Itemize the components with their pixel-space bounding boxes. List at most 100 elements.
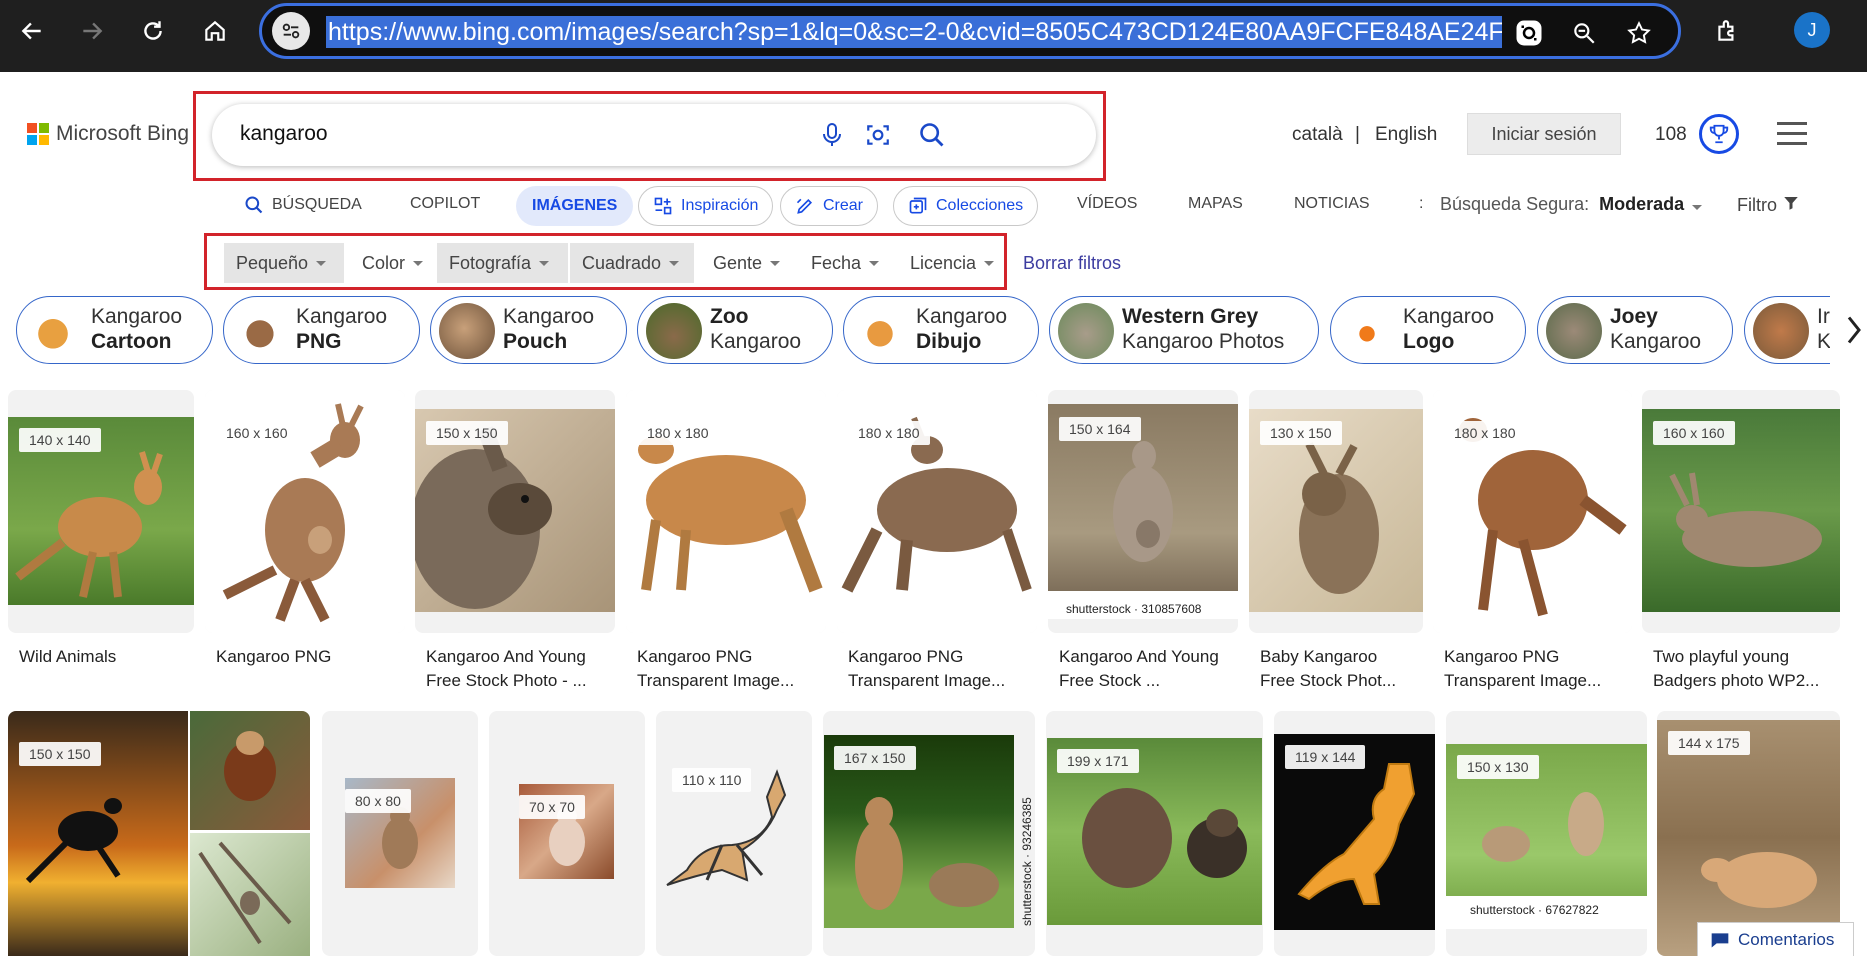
funnel-icon bbox=[1784, 197, 1798, 210]
image-result[interactable]: 119 x 144 bbox=[1274, 711, 1435, 956]
tab-create[interactable]: Crear bbox=[780, 186, 879, 226]
extensions-icon[interactable] bbox=[1707, 11, 1747, 51]
related-search-pill[interactable]: Kangaroo Cartoon bbox=[16, 296, 213, 364]
related-search-pill[interactable]: Zoo Kangaroo bbox=[637, 296, 833, 364]
image-result[interactable]: 167 x 150 shutterstock · 93246385 bbox=[823, 711, 1035, 956]
image-caption[interactable]: Wild Animals bbox=[19, 645, 209, 669]
related-search-pill[interactable]: Joey Kangaroo bbox=[1537, 296, 1733, 364]
microphone-icon[interactable] bbox=[816, 119, 848, 151]
image-dimensions: 160 x 160 bbox=[216, 421, 298, 445]
chevron-down-icon bbox=[770, 260, 781, 266]
site-info-icon[interactable] bbox=[272, 12, 310, 50]
rewards-trophy-icon[interactable] bbox=[1699, 114, 1739, 154]
filter-color[interactable]: Color bbox=[350, 243, 435, 283]
image-caption[interactable]: Kangaroo And Young Free Stock Photo - ... bbox=[426, 645, 616, 693]
filter-people[interactable]: Gente bbox=[701, 243, 792, 283]
reload-icon[interactable] bbox=[133, 11, 173, 51]
related-search-pill[interactable]: Kangaroo PNG bbox=[223, 296, 420, 364]
filter-type[interactable]: Fotografía bbox=[437, 243, 568, 283]
image-dimensions: 167 x 150 bbox=[834, 746, 916, 770]
tab-videos[interactable]: VÍDEOS bbox=[1077, 195, 1137, 213]
image-result[interactable]: 150 x 164 shutterstock · 310857608 bbox=[1048, 390, 1238, 633]
image-result[interactable]: 180 x 180 bbox=[1433, 390, 1632, 633]
image-caption[interactable]: Kangaroo PNG Transparent Image... bbox=[637, 645, 827, 693]
related-line2: Pouch bbox=[503, 330, 568, 353]
bing-logo[interactable]: Microsoft Bing bbox=[27, 122, 189, 146]
back-icon[interactable] bbox=[12, 11, 52, 51]
image-result[interactable]: 70 x 70 bbox=[489, 711, 645, 956]
zoom-icon[interactable] bbox=[1565, 14, 1603, 52]
tab-maps[interactable]: MAPAS bbox=[1188, 195, 1243, 213]
tab-collections[interactable]: Colecciones bbox=[893, 186, 1039, 226]
language-catala-link[interactable]: català bbox=[1292, 124, 1343, 146]
forward-icon[interactable] bbox=[72, 11, 112, 51]
related-search-pill[interactable]: Ir K bbox=[1744, 296, 1830, 364]
url-text[interactable]: https://www.bing.com/images/search?sp=1&… bbox=[326, 16, 1502, 48]
caption-line2: Free Stock ... bbox=[1059, 671, 1161, 690]
chevron-right-icon[interactable] bbox=[1840, 310, 1867, 350]
logo-text: Microsoft Bing bbox=[56, 122, 190, 145]
related-search-pill[interactable]: Kangaroo Logo bbox=[1330, 296, 1526, 364]
filter-layout[interactable]: Cuadrado bbox=[570, 243, 694, 283]
image-caption[interactable]: Two playful young Badgers photo WP2... bbox=[1653, 645, 1843, 693]
image-result[interactable]: 80 x 80 bbox=[322, 711, 478, 956]
tab-copilot[interactable]: COPILOT bbox=[410, 195, 480, 213]
related-line2: PNG bbox=[296, 330, 342, 353]
image-result[interactable]: 180 x 180 bbox=[837, 390, 1037, 633]
clear-filters-link[interactable]: Borrar filtros bbox=[1023, 253, 1121, 274]
address-bar[interactable]: https://www.bing.com/images/search?sp=1&… bbox=[259, 3, 1681, 59]
related-search-pill[interactable]: Kangaroo Pouch bbox=[430, 296, 627, 364]
more-tabs-icon[interactable]: : bbox=[1419, 195, 1423, 213]
filter-button[interactable]: Filtro bbox=[1737, 194, 1800, 216]
image-result[interactable]: 144 x 175 bbox=[1657, 711, 1840, 956]
filter-size[interactable]: Pequeño bbox=[224, 243, 344, 283]
visual-search-icon[interactable] bbox=[1510, 14, 1548, 52]
visual-search-icon[interactable] bbox=[862, 119, 894, 151]
caption-line1: Kangaroo And Young bbox=[1059, 647, 1219, 666]
tab-images[interactable]: IMÁGENES bbox=[516, 186, 634, 226]
image-result[interactable]: 199 x 171 bbox=[1046, 711, 1263, 956]
search-icon[interactable] bbox=[916, 119, 948, 151]
language-english-link[interactable]: English bbox=[1375, 124, 1437, 146]
image-result[interactable]: 160 x 160 bbox=[205, 390, 405, 633]
favorite-star-icon[interactable] bbox=[1620, 14, 1658, 52]
shutterstock-watermark: shutterstock · 93246385 bbox=[1020, 797, 1034, 926]
tab-collections-label: Colecciones bbox=[936, 197, 1024, 214]
image-caption[interactable]: Kangaroo PNG Transparent Image... bbox=[1444, 645, 1634, 693]
image-result[interactable]: 150 x 130 shutterstock · 67627822 bbox=[1446, 711, 1647, 956]
image-caption[interactable]: Kangaroo PNG Transparent Image... bbox=[848, 645, 1038, 693]
signin-button[interactable]: Iniciar sesión bbox=[1467, 113, 1621, 155]
image-result[interactable]: 160 x 160 bbox=[1642, 390, 1840, 633]
image-result[interactable]: 110 x 110 bbox=[656, 711, 812, 956]
feedback-button[interactable]: Comentarios bbox=[1697, 922, 1854, 956]
image-result[interactable]: 140 x 140 bbox=[8, 390, 194, 633]
filter-date[interactable]: Fecha bbox=[799, 243, 891, 283]
profile-avatar[interactable]: J bbox=[1794, 12, 1830, 48]
rewards-points[interactable]: 108 bbox=[1655, 124, 1687, 146]
result-image bbox=[1657, 720, 1840, 956]
related-search-pill[interactable]: Western Grey Kangaroo Photos bbox=[1049, 296, 1319, 364]
image-result[interactable]: 130 x 150 bbox=[1249, 390, 1423, 633]
home-icon[interactable] bbox=[195, 11, 235, 51]
safesearch-dropdown[interactable]: Búsqueda Segura: Moderada bbox=[1440, 194, 1703, 215]
tab-news[interactable]: NOTICIAS bbox=[1294, 195, 1370, 213]
image-caption[interactable]: Kangaroo And Young Free Stock ... bbox=[1059, 645, 1249, 693]
hamburger-menu-icon[interactable] bbox=[1777, 122, 1807, 152]
related-thumbnail bbox=[1339, 303, 1395, 359]
filter-license[interactable]: Licencia bbox=[898, 243, 1006, 283]
image-caption[interactable]: Kangaroo PNG bbox=[216, 645, 406, 669]
image-result[interactable]: 150 x 150 bbox=[415, 390, 615, 633]
image-result[interactable]: 180 x 180 bbox=[626, 390, 826, 633]
safesearch-value: Moderada bbox=[1599, 194, 1685, 214]
search-query[interactable]: kangaroo bbox=[240, 122, 328, 146]
image-result[interactable]: 150 x 150 bbox=[8, 711, 310, 956]
related-search-pill[interactable]: Kangaroo Dibujo bbox=[843, 296, 1039, 364]
related-thumbnail bbox=[852, 303, 908, 359]
related-line1: Kangaroo bbox=[296, 305, 388, 328]
image-caption[interactable]: Baby Kangaroo Free Stock Phot... bbox=[1260, 645, 1450, 693]
image-dimensions: 150 x 150 bbox=[19, 742, 101, 766]
related-line2: Kangaroo bbox=[710, 330, 802, 353]
tab-inspiration[interactable]: Inspiración bbox=[638, 186, 774, 226]
tab-search[interactable]: BÚSQUEDA bbox=[244, 195, 362, 215]
search-input[interactable]: kangaroo bbox=[212, 104, 1096, 166]
